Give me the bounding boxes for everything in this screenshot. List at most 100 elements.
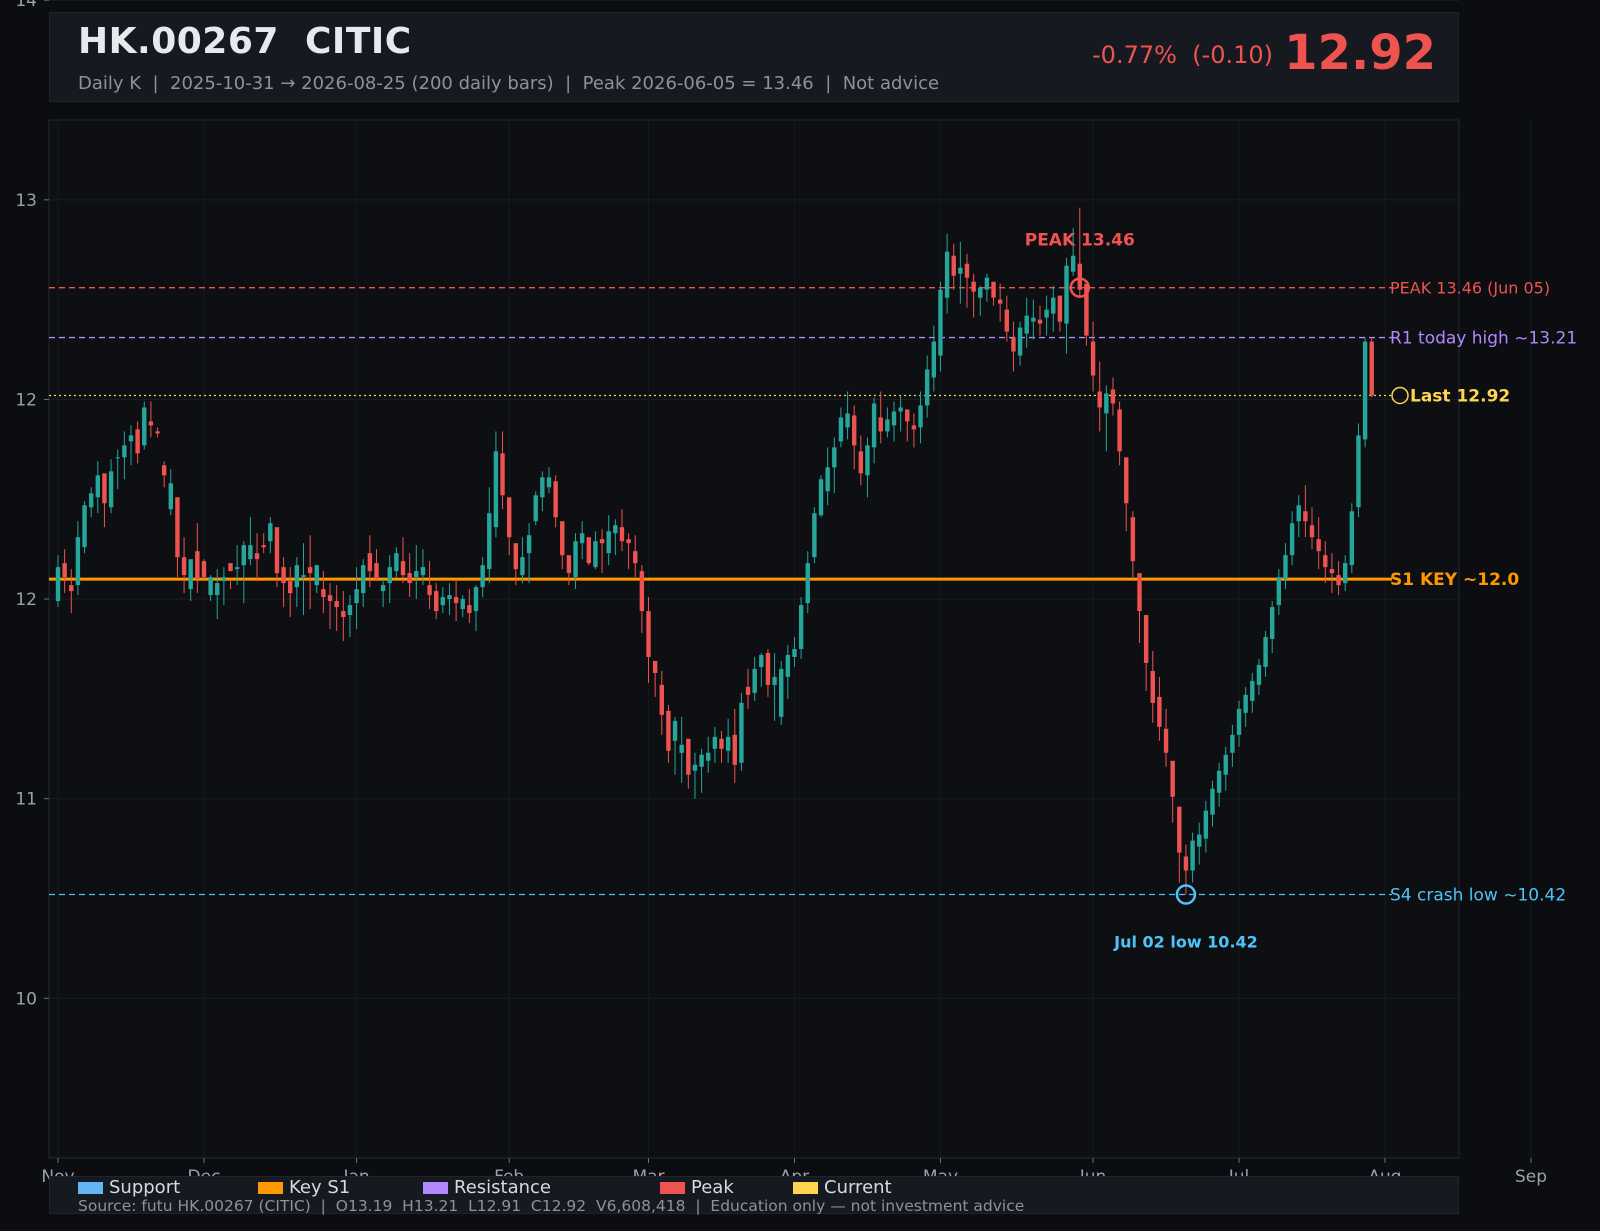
candle-body: [487, 513, 492, 570]
candle-body: [1150, 670, 1155, 703]
legend: Support Key S1 Resistance Peak Current: [78, 1177, 913, 1198]
candle-body: [1289, 523, 1295, 556]
candle-body: [175, 497, 180, 558]
candle-body: [1157, 696, 1162, 727]
candle-body: [1236, 708, 1242, 735]
candle-body: [706, 752, 711, 761]
candle-body: [1130, 517, 1136, 562]
candle-body: [367, 553, 373, 572]
candle-body: [274, 527, 280, 574]
candle-body: [480, 565, 485, 588]
candle-body: [1210, 788, 1215, 815]
candle-body: [155, 431, 160, 434]
candle-body: [307, 567, 313, 574]
candle-body: [1362, 341, 1368, 440]
candle-body: [719, 738, 724, 749]
candle-body: [1031, 317, 1036, 322]
candle-body: [579, 533, 585, 544]
legend-item: Peak: [660, 1177, 793, 1198]
candle-body: [1097, 391, 1102, 408]
candle-body: [991, 281, 996, 298]
candle-body: [1057, 295, 1063, 322]
candle-body: [891, 411, 897, 426]
legend-label: Key S1: [289, 1177, 351, 1198]
candle-body: [1336, 575, 1341, 586]
candle-body: [798, 605, 804, 649]
candle-body: [1104, 393, 1109, 414]
candle-body: [905, 409, 910, 422]
candle-body: [1342, 563, 1348, 584]
candle-body: [148, 421, 154, 426]
legend-label: Current: [824, 1177, 892, 1198]
candle-body: [944, 251, 950, 298]
candle-body: [95, 475, 101, 498]
candle-body: [261, 545, 266, 548]
candle-body: [1197, 834, 1202, 847]
candle-body: [692, 764, 698, 771]
candle-body: [1190, 840, 1195, 871]
candle-body: [619, 527, 625, 542]
legend-swatch: [793, 1181, 818, 1194]
candle-body: [341, 611, 346, 618]
candle-body: [122, 445, 127, 458]
candle-body: [394, 553, 399, 572]
candle-body: [181, 557, 187, 576]
candle-body: [752, 668, 757, 693]
candle-body: [221, 577, 227, 582]
candle-body: [871, 403, 877, 448]
candle-body: [108, 471, 114, 508]
candle-body: [520, 557, 525, 576]
candle-body: [347, 605, 353, 616]
candle-body: [62, 563, 67, 578]
candle-body: [553, 481, 558, 518]
peak-annotation: PEAK 13.46: [1025, 231, 1135, 251]
candle-body: [1243, 694, 1248, 713]
candle-body: [1177, 806, 1182, 853]
candle-body: [493, 451, 499, 528]
source-note: Source: futu HK.00267 (CITIC) | O13.19 H…: [78, 1197, 1025, 1215]
candle-body: [387, 567, 392, 584]
candle-body: [248, 545, 253, 560]
candle-body: [1369, 341, 1374, 396]
candle-body: [818, 479, 824, 516]
candle-body: [1216, 770, 1222, 793]
candle-body: [168, 483, 173, 510]
candle-body: [1270, 607, 1275, 639]
candle-body: [440, 597, 446, 606]
candle-body: [414, 571, 419, 578]
level-label-resistance: R1 today high ~13.21: [1390, 329, 1577, 349]
level-label-support: S4 crash low ~10.42: [1390, 886, 1566, 906]
candle-body: [878, 417, 883, 432]
candle-body: [1276, 577, 1282, 606]
candle-body: [1223, 754, 1228, 775]
level-label-current: Last 12.92: [1410, 386, 1510, 406]
candle-body: [500, 453, 505, 496]
candle-body: [1024, 315, 1029, 334]
candle-body: [626, 539, 631, 544]
candle-body: [1250, 680, 1255, 701]
candle-body: [931, 341, 937, 378]
candle-body: [1309, 525, 1315, 538]
candle-body: [852, 415, 857, 446]
candle-body: [453, 597, 459, 604]
candle-body: [599, 539, 605, 544]
candle-body: [785, 654, 791, 677]
candle-body: [1283, 555, 1288, 580]
candle-body: [1183, 856, 1189, 871]
candle-body: [911, 425, 917, 430]
candle-body: [765, 652, 771, 685]
candle-body: [420, 567, 426, 576]
candle-body: [964, 263, 970, 278]
candle-body: [739, 702, 744, 763]
candle-body: [526, 535, 532, 554]
candle-body: [88, 493, 94, 508]
y-tick-label: 10: [15, 989, 37, 1009]
legend-swatch: [78, 1181, 103, 1194]
candle-body: [560, 521, 565, 556]
candle-body: [361, 565, 366, 594]
candle-body: [686, 738, 691, 775]
legend-swatch: [258, 1181, 283, 1194]
plot-frame: [48, 119, 1460, 1159]
candle-body: [321, 589, 326, 598]
candle-body: [546, 477, 552, 488]
